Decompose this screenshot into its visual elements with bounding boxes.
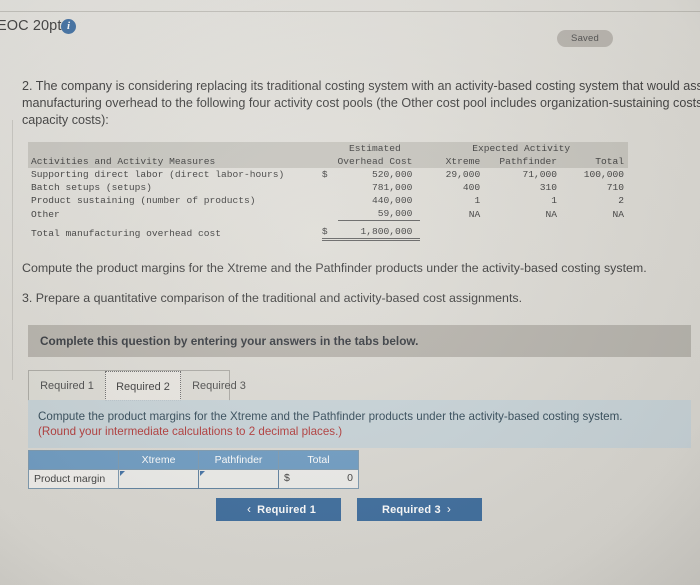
answer-header-pathfinder: Pathfinder bbox=[198, 450, 279, 470]
table-total-row: Total manufacturing overhead cost $ 1,80… bbox=[28, 220, 628, 241]
table-row: Product sustaining (number of products) … bbox=[28, 194, 628, 207]
total-row-total bbox=[563, 221, 628, 240]
page-edge-line bbox=[12, 120, 13, 380]
row-pathfinder: NA bbox=[545, 208, 557, 220]
requirement-3-prompt: 3. Prepare a quantitative comparison of … bbox=[22, 291, 523, 305]
answer-instruction-main: Compute the product margins for the Xtre… bbox=[38, 410, 623, 423]
row-dollar bbox=[322, 181, 338, 194]
next-button-label: Required 3 bbox=[381, 504, 441, 516]
row-total: 100,000 bbox=[583, 169, 624, 180]
group-header-dollar-spacer bbox=[321, 142, 338, 155]
row-overhead-cost: 520,000 bbox=[372, 169, 413, 180]
col-header-overhead-cost: Overhead Cost bbox=[337, 155, 421, 168]
chevron-right-icon: › bbox=[446, 502, 452, 516]
answer-header-blank bbox=[28, 450, 119, 470]
col-header-total: Total bbox=[562, 155, 628, 168]
prev-button-label: Required 1 bbox=[257, 504, 317, 516]
tab-bar: Required 1 Required 2 Required 3 bbox=[28, 370, 246, 401]
top-bar: EOC 20pts i Saved bbox=[0, 16, 700, 47]
row-label: Other bbox=[31, 208, 60, 220]
row-label: Supporting direct labor (direct labor-ho… bbox=[31, 169, 285, 180]
table-row: Other 59,000 NA NA NA bbox=[28, 207, 628, 221]
row-pathfinder: 1 bbox=[551, 195, 557, 206]
row-overhead-cost: 59,000 bbox=[337, 207, 421, 221]
row-dollar bbox=[322, 194, 338, 207]
answer-row-label: Product margin bbox=[28, 469, 119, 489]
row-xtreme: 1 bbox=[474, 195, 481, 206]
table-column-header-row: Activities and Activity Measures Overhea… bbox=[28, 155, 628, 168]
row-total: 710 bbox=[606, 182, 624, 193]
total-currency-symbol: $ bbox=[284, 472, 290, 484]
status-badge-saved: Saved bbox=[557, 30, 613, 47]
info-icon[interactable]: i bbox=[61, 19, 76, 34]
total-row-label: Total manufacturing overhead cost bbox=[31, 227, 221, 239]
col-header-dollar-spacer bbox=[321, 155, 338, 168]
table-row: Batch setups (setups) 781,000 400 310 71… bbox=[28, 181, 628, 194]
answer-table-header-row: Xtreme Pathfinder Total bbox=[28, 450, 359, 470]
table-group-header-row: Estimated Expected Activity bbox=[28, 142, 628, 155]
row-total: NA bbox=[612, 208, 624, 220]
page-title: EOC 20pts bbox=[0, 18, 69, 34]
cell-flag-icon bbox=[120, 471, 125, 476]
row-xtreme: 29,000 bbox=[445, 169, 481, 180]
total-row-pathfinder bbox=[486, 221, 563, 240]
row-total: 2 bbox=[618, 195, 624, 206]
answer-instruction-panel: Compute the product margins for the Xtre… bbox=[28, 400, 691, 448]
row-xtreme: 400 bbox=[462, 182, 481, 193]
instruction-banner: Complete this question by entering your … bbox=[28, 325, 691, 357]
row-dollar: $ bbox=[321, 169, 328, 180]
group-header-expected-activity: Expected Activity bbox=[420, 142, 628, 155]
prev-required-1-button[interactable]: ‹ Required 1 bbox=[216, 498, 341, 521]
row-pathfinder: 71,000 bbox=[522, 169, 557, 180]
question-intro-line-3: capacity costs): bbox=[22, 113, 109, 127]
instruction-banner-text: Complete this question by entering your … bbox=[40, 334, 419, 348]
col-header-pathfinder: Pathfinder bbox=[486, 155, 563, 168]
activity-cost-pool-table: Estimated Expected Activity Activities a… bbox=[28, 142, 628, 241]
row-label: Product sustaining (number of products) bbox=[31, 195, 256, 206]
row-label: Batch setups (setups) bbox=[31, 182, 152, 193]
table-row: Supporting direct labor (direct labor-ho… bbox=[28, 168, 628, 181]
row-xtreme: NA bbox=[468, 208, 481, 220]
row-overhead-cost: 440,000 bbox=[372, 195, 413, 206]
total-row-xtreme bbox=[420, 221, 486, 240]
group-header-spacer bbox=[28, 142, 322, 155]
answer-instruction-text: Compute the product margins for the Xtre… bbox=[38, 409, 658, 439]
product-margin-xtreme-input[interactable] bbox=[118, 469, 199, 489]
question-intro-line-1: 2. The company is considering replacing … bbox=[22, 79, 700, 93]
header-divider bbox=[0, 11, 700, 12]
col-header-activities: Activities and Activity Measures bbox=[28, 155, 322, 168]
question-intro-text: 2. The company is considering replacing … bbox=[22, 78, 700, 129]
row-pathfinder: 310 bbox=[539, 182, 557, 193]
answer-instruction-note: (Round your intermediate calculations to… bbox=[38, 425, 343, 438]
row-overhead-cost: 781,000 bbox=[372, 182, 413, 193]
tab-required-3[interactable]: Required 3 bbox=[181, 371, 257, 401]
product-margin-pathfinder-input[interactable] bbox=[198, 469, 279, 489]
answer-table-row: Product margin $ 0 bbox=[28, 469, 359, 489]
product-margin-answer-table: Xtreme Pathfinder Total Product margin $… bbox=[28, 450, 359, 489]
row-dollar bbox=[322, 207, 338, 221]
answer-header-total: Total bbox=[278, 450, 359, 470]
total-row-dollar: $ bbox=[321, 220, 338, 241]
cell-flag-icon bbox=[200, 471, 205, 476]
requirement-2-prompt: Compute the product margins for the Xtre… bbox=[22, 261, 647, 275]
product-margin-total-cell: $ 0 bbox=[278, 469, 359, 489]
col-header-xtreme: Xtreme bbox=[420, 155, 487, 168]
total-row-overhead-cost: 1,800,000 bbox=[337, 220, 421, 241]
total-computed-value: 0 bbox=[347, 472, 353, 484]
question-intro-line-2: manufacturing overhead to the following … bbox=[22, 96, 700, 110]
tab-required-2[interactable]: Required 2 bbox=[105, 371, 181, 401]
group-header-estimated: Estimated bbox=[337, 142, 421, 155]
chevron-left-icon: ‹ bbox=[246, 502, 252, 516]
next-required-3-button[interactable]: Required 3 › bbox=[357, 498, 482, 521]
answer-header-xtreme: Xtreme bbox=[118, 450, 199, 470]
tab-required-1[interactable]: Required 1 bbox=[29, 371, 105, 401]
